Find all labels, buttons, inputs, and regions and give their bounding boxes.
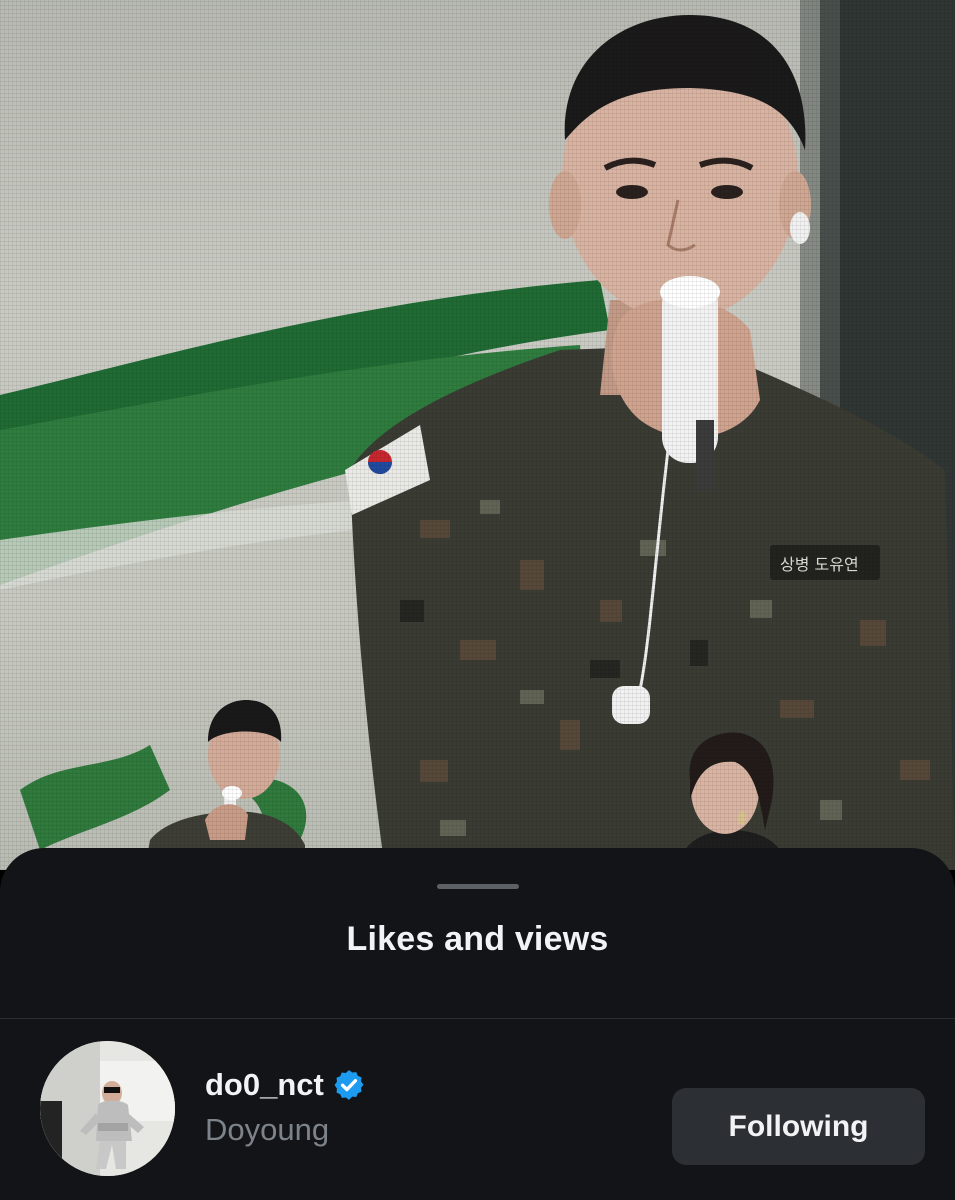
sheet-title: Likes and views (346, 920, 609, 958)
sheet-drag-handle[interactable] (437, 884, 519, 889)
username[interactable]: do0_nct (205, 1067, 324, 1103)
username-line: do0_nct (205, 1065, 366, 1105)
screen: 상병 도유연 Likes and views do0_nct Doyoung F… (0, 0, 955, 1200)
verified-badge-icon (334, 1070, 364, 1100)
photo-illustration: 상병 도유연 (0, 0, 955, 870)
following-button[interactable]: Following (672, 1088, 925, 1165)
display-name: Doyoung (205, 1112, 330, 1147)
avatar[interactable] (40, 1041, 175, 1176)
svg-text:상병 도유연: 상병 도유연 (780, 555, 859, 574)
likes-views-sheet: Likes and views do0_nct Doyoung Followin… (0, 848, 955, 1200)
post-photo[interactable]: 상병 도유연 (0, 0, 955, 870)
avatar-photo (40, 1041, 175, 1176)
user-list-item[interactable]: do0_nct Doyoung Following (0, 1019, 955, 1200)
